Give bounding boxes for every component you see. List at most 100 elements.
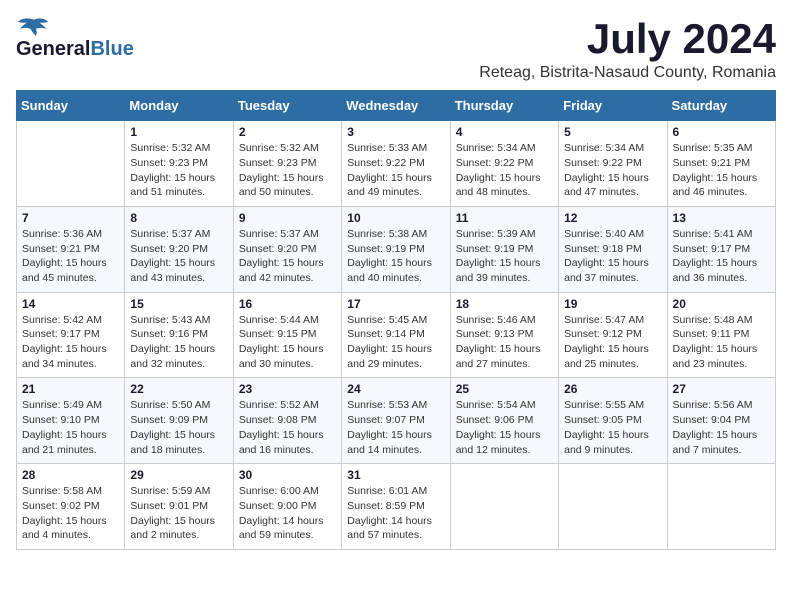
- day-header-wednesday: Wednesday: [342, 91, 450, 121]
- day-number: 10: [347, 211, 444, 225]
- day-header-thursday: Thursday: [450, 91, 558, 121]
- day-info: Sunrise: 5:59 AM Sunset: 9:01 PM Dayligh…: [130, 484, 227, 543]
- calendar-cell: 5Sunrise: 5:34 AM Sunset: 9:22 PM Daylig…: [559, 121, 667, 207]
- calendar-cell: 22 Sunrise: 5:50 AM Sunset: 9:09 PM Dayli…: [125, 378, 233, 464]
- calendar-week-3: 21 Sunrise: 5:49 AM Sunset: 9:10 PM Dayli…: [17, 378, 776, 464]
- day-number: 2: [239, 125, 336, 139]
- calendar-header: SundayMondayTuesdayWednesdayThursdayFrid…: [17, 91, 776, 121]
- day-info: Sunrise: 5:40 AM Sunset: 9:18 PM Dayligh…: [564, 227, 661, 286]
- day-number: 30: [239, 468, 336, 482]
- calendar-cell: 2 Sunrise: 5:32 AM Sunset: 9:23 PM Daylig…: [233, 121, 341, 207]
- calendar-cell: 18 Sunrise: 5:46 AM Sunset: 9:13 PM Dayli…: [450, 292, 558, 378]
- calendar-cell: [559, 464, 667, 550]
- day-header-monday: Monday: [125, 91, 233, 121]
- day-info: Sunrise: 5:35 AM Sunset: 9:21 PM Dayligh…: [673, 141, 770, 200]
- day-info: Sunrise: 5:41 AM Sunset: 9:17 PM Dayligh…: [673, 227, 770, 286]
- day-info: Sunrise: 5:44 AM Sunset: 9:15 PM Dayligh…: [239, 313, 336, 372]
- calendar-cell: 3Sunrise: 5:33 AM Sunset: 9:22 PM Daylig…: [342, 121, 450, 207]
- day-number: 22: [130, 382, 227, 396]
- day-info: Sunrise: 5:50 AM Sunset: 9:09 PM Dayligh…: [130, 398, 227, 457]
- day-info: Sunrise: 5:58 AM Sunset: 9:02 PM Dayligh…: [22, 484, 119, 543]
- calendar-cell: 28 Sunrise: 5:58 AM Sunset: 9:02 PM Dayli…: [17, 464, 125, 550]
- calendar-week-0: 1Sunrise: 5:32 AM Sunset: 9:23 PM Daylig…: [17, 121, 776, 207]
- day-number: 21: [22, 382, 119, 396]
- day-info: Sunrise: 5:47 AM Sunset: 9:12 PM Dayligh…: [564, 313, 661, 372]
- calendar-table: SundayMondayTuesdayWednesdayThursdayFrid…: [16, 90, 776, 550]
- day-info: Sunrise: 6:01 AM Sunset: 8:59 PM Dayligh…: [347, 484, 444, 543]
- day-number: 31: [347, 468, 444, 482]
- day-number: 24: [347, 382, 444, 396]
- day-info: Sunrise: 5:32 AM Sunset: 9:23 PM Dayligh…: [239, 141, 336, 200]
- calendar-cell: 29 Sunrise: 5:59 AM Sunset: 9:01 PM Dayli…: [125, 464, 233, 550]
- calendar-week-1: 7 Sunrise: 5:36 AM Sunset: 9:21 PM Daylig…: [17, 206, 776, 292]
- calendar-cell: 4 Sunrise: 5:34 AM Sunset: 9:22 PM Daylig…: [450, 121, 558, 207]
- calendar-cell: [450, 464, 558, 550]
- calendar-cell: 21 Sunrise: 5:49 AM Sunset: 9:10 PM Dayli…: [17, 378, 125, 464]
- calendar-cell: 12Sunrise: 5:40 AM Sunset: 9:18 PM Dayli…: [559, 206, 667, 292]
- day-info: Sunrise: 5:37 AM Sunset: 9:20 PM Dayligh…: [239, 227, 336, 286]
- logo-blue: Blue: [90, 38, 133, 61]
- day-header-sunday: Sunday: [17, 91, 125, 121]
- day-number: 13: [673, 211, 770, 225]
- day-info: Sunrise: 5:34 AM Sunset: 9:22 PM Dayligh…: [456, 141, 553, 200]
- day-number: 20: [673, 297, 770, 311]
- calendar-cell: 14 Sunrise: 5:42 AM Sunset: 9:17 PM Dayli…: [17, 292, 125, 378]
- day-number: 4: [456, 125, 553, 139]
- day-number: 5: [564, 125, 661, 139]
- day-info: Sunrise: 5:36 AM Sunset: 9:21 PM Dayligh…: [22, 227, 119, 286]
- calendar-cell: 13 Sunrise: 5:41 AM Sunset: 9:17 PM Dayli…: [667, 206, 775, 292]
- day-number: 28: [22, 468, 119, 482]
- day-number: 19: [564, 297, 661, 311]
- calendar-cell: 11 Sunrise: 5:39 AM Sunset: 9:19 PM Dayli…: [450, 206, 558, 292]
- day-info: Sunrise: 5:37 AM Sunset: 9:20 PM Dayligh…: [130, 227, 227, 286]
- month-title: July 2024: [479, 16, 776, 62]
- day-number: 14: [22, 297, 119, 311]
- day-header-saturday: Saturday: [667, 91, 775, 121]
- day-info: Sunrise: 5:45 AM Sunset: 9:14 PM Dayligh…: [347, 313, 444, 372]
- day-info: Sunrise: 5:43 AM Sunset: 9:16 PM Dayligh…: [130, 313, 227, 372]
- day-info: Sunrise: 5:39 AM Sunset: 9:19 PM Dayligh…: [456, 227, 553, 286]
- day-info: Sunrise: 5:42 AM Sunset: 9:17 PM Dayligh…: [22, 313, 119, 372]
- day-number: 6: [673, 125, 770, 139]
- calendar-cell: 25 Sunrise: 5:54 AM Sunset: 9:06 PM Dayli…: [450, 378, 558, 464]
- day-number: 15: [130, 297, 227, 311]
- page-header: General Blue July 2024 Reteag, Bistrita-…: [16, 16, 776, 82]
- calendar-cell: 27Sunrise: 5:56 AM Sunset: 9:04 PM Dayli…: [667, 378, 775, 464]
- day-number: 26: [564, 382, 661, 396]
- day-number: 23: [239, 382, 336, 396]
- day-info: Sunrise: 5:48 AM Sunset: 9:11 PM Dayligh…: [673, 313, 770, 372]
- day-number: 29: [130, 468, 227, 482]
- day-number: 17: [347, 297, 444, 311]
- calendar-cell: 23Sunrise: 5:52 AM Sunset: 9:08 PM Dayli…: [233, 378, 341, 464]
- calendar-cell: 7 Sunrise: 5:36 AM Sunset: 9:21 PM Daylig…: [17, 206, 125, 292]
- day-info: Sunrise: 5:46 AM Sunset: 9:13 PM Dayligh…: [456, 313, 553, 372]
- day-number: 18: [456, 297, 553, 311]
- day-number: 16: [239, 297, 336, 311]
- day-header-friday: Friday: [559, 91, 667, 121]
- calendar-cell: 19 Sunrise: 5:47 AM Sunset: 9:12 PM Dayli…: [559, 292, 667, 378]
- day-info: Sunrise: 5:32 AM Sunset: 9:23 PM Dayligh…: [130, 141, 227, 200]
- calendar-cell: 10 Sunrise: 5:38 AM Sunset: 9:19 PM Dayli…: [342, 206, 450, 292]
- day-info: Sunrise: 6:00 AM Sunset: 9:00 PM Dayligh…: [239, 484, 336, 543]
- day-info: Sunrise: 5:49 AM Sunset: 9:10 PM Dayligh…: [22, 398, 119, 457]
- logo-general: General: [16, 38, 90, 61]
- calendar-cell: [667, 464, 775, 550]
- calendar-cell: 31 Sunrise: 6:01 AM Sunset: 8:59 PM Dayli…: [342, 464, 450, 550]
- day-info: Sunrise: 5:53 AM Sunset: 9:07 PM Dayligh…: [347, 398, 444, 457]
- logo-bird-icon: [16, 16, 52, 38]
- day-info: Sunrise: 5:54 AM Sunset: 9:06 PM Dayligh…: [456, 398, 553, 457]
- day-number: 9: [239, 211, 336, 225]
- day-number: 7: [22, 211, 119, 225]
- days-header-row: SundayMondayTuesdayWednesdayThursdayFrid…: [17, 91, 776, 121]
- calendar-cell: 20 Sunrise: 5:48 AM Sunset: 9:11 PM Dayli…: [667, 292, 775, 378]
- location-text: Reteag, Bistrita-Nasaud County, Romania: [479, 64, 776, 82]
- day-info: Sunrise: 5:38 AM Sunset: 9:19 PM Dayligh…: [347, 227, 444, 286]
- day-number: 11: [456, 211, 553, 225]
- day-number: 8: [130, 211, 227, 225]
- calendar-cell: 9 Sunrise: 5:37 AM Sunset: 9:20 PM Daylig…: [233, 206, 341, 292]
- day-number: 25: [456, 382, 553, 396]
- calendar-body: 1Sunrise: 5:32 AM Sunset: 9:23 PM Daylig…: [17, 121, 776, 550]
- calendar-cell: 17 Sunrise: 5:45 AM Sunset: 9:14 PM Dayli…: [342, 292, 450, 378]
- title-section: July 2024 Reteag, Bistrita-Nasaud County…: [479, 16, 776, 82]
- calendar-week-2: 14 Sunrise: 5:42 AM Sunset: 9:17 PM Dayli…: [17, 292, 776, 378]
